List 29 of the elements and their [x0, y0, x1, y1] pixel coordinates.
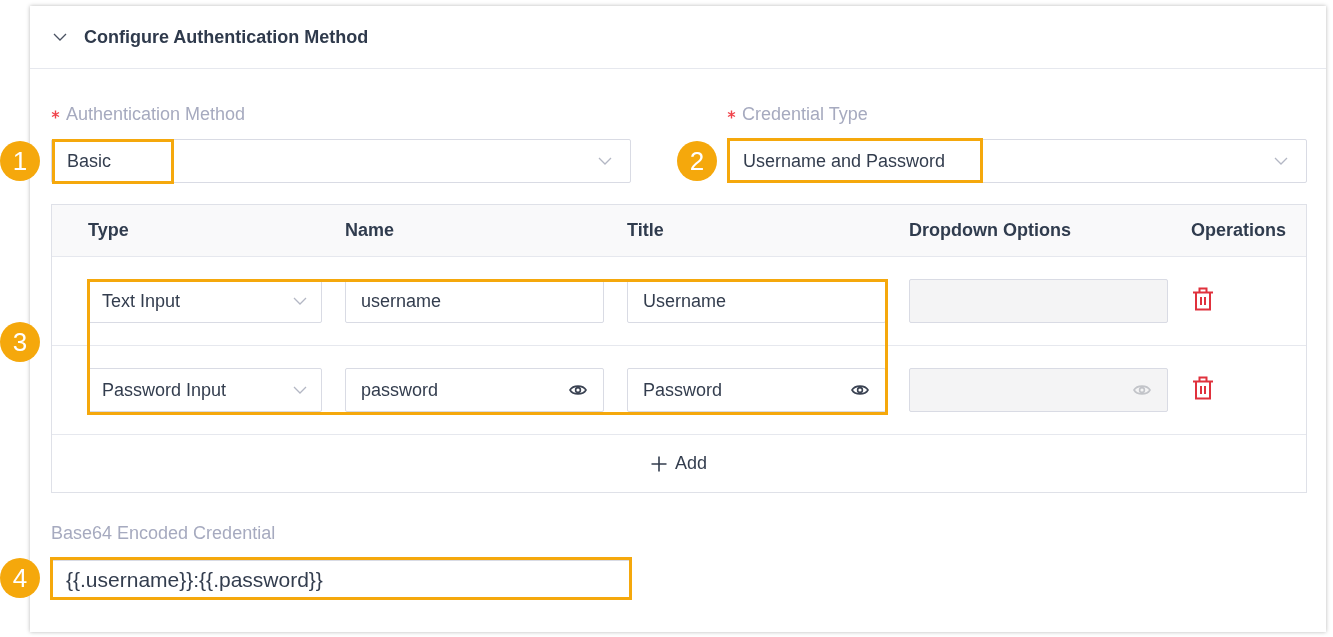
field-label: Base64 Encoded Credential — [51, 522, 277, 544]
select-field[interactable]: Basic — [51, 139, 631, 183]
column-header: Type — [88, 220, 130, 241]
chevron-down-icon — [293, 297, 307, 305]
column-header: Title — [627, 220, 665, 241]
callout-number: 1 — [0, 141, 40, 181]
field-label: Credential Type — [742, 103, 868, 125]
chevron-down-icon — [1274, 157, 1288, 165]
chevron-down-icon — [293, 386, 307, 394]
name-input[interactable]: username — [345, 279, 604, 323]
field-label: Authentication Method — [66, 103, 246, 125]
add-button[interactable]: Add — [649, 449, 709, 478]
type-select[interactable]: Text Input — [88, 279, 322, 323]
callout-number: 3 — [0, 322, 40, 362]
trash-icon[interactable] — [1192, 287, 1214, 311]
column-header: Name — [345, 220, 396, 241]
callout-number: 4 — [0, 558, 40, 598]
title-input[interactable]: Username — [627, 279, 886, 323]
title-input[interactable]: Password — [627, 368, 886, 412]
column-header: Dropdown Options — [909, 220, 1072, 241]
type-select[interactable]: Password Input — [88, 368, 322, 412]
trash-icon[interactable] — [1192, 376, 1214, 400]
chevron-down-icon — [598, 157, 612, 165]
eye-icon[interactable] — [851, 384, 869, 396]
section-header[interactable]: Configure Authentication Method — [30, 6, 1326, 69]
name-input[interactable]: password — [345, 368, 604, 412]
column-header: Operations — [1191, 220, 1287, 241]
eye-icon[interactable] — [569, 384, 587, 396]
plus-icon — [651, 455, 667, 472]
